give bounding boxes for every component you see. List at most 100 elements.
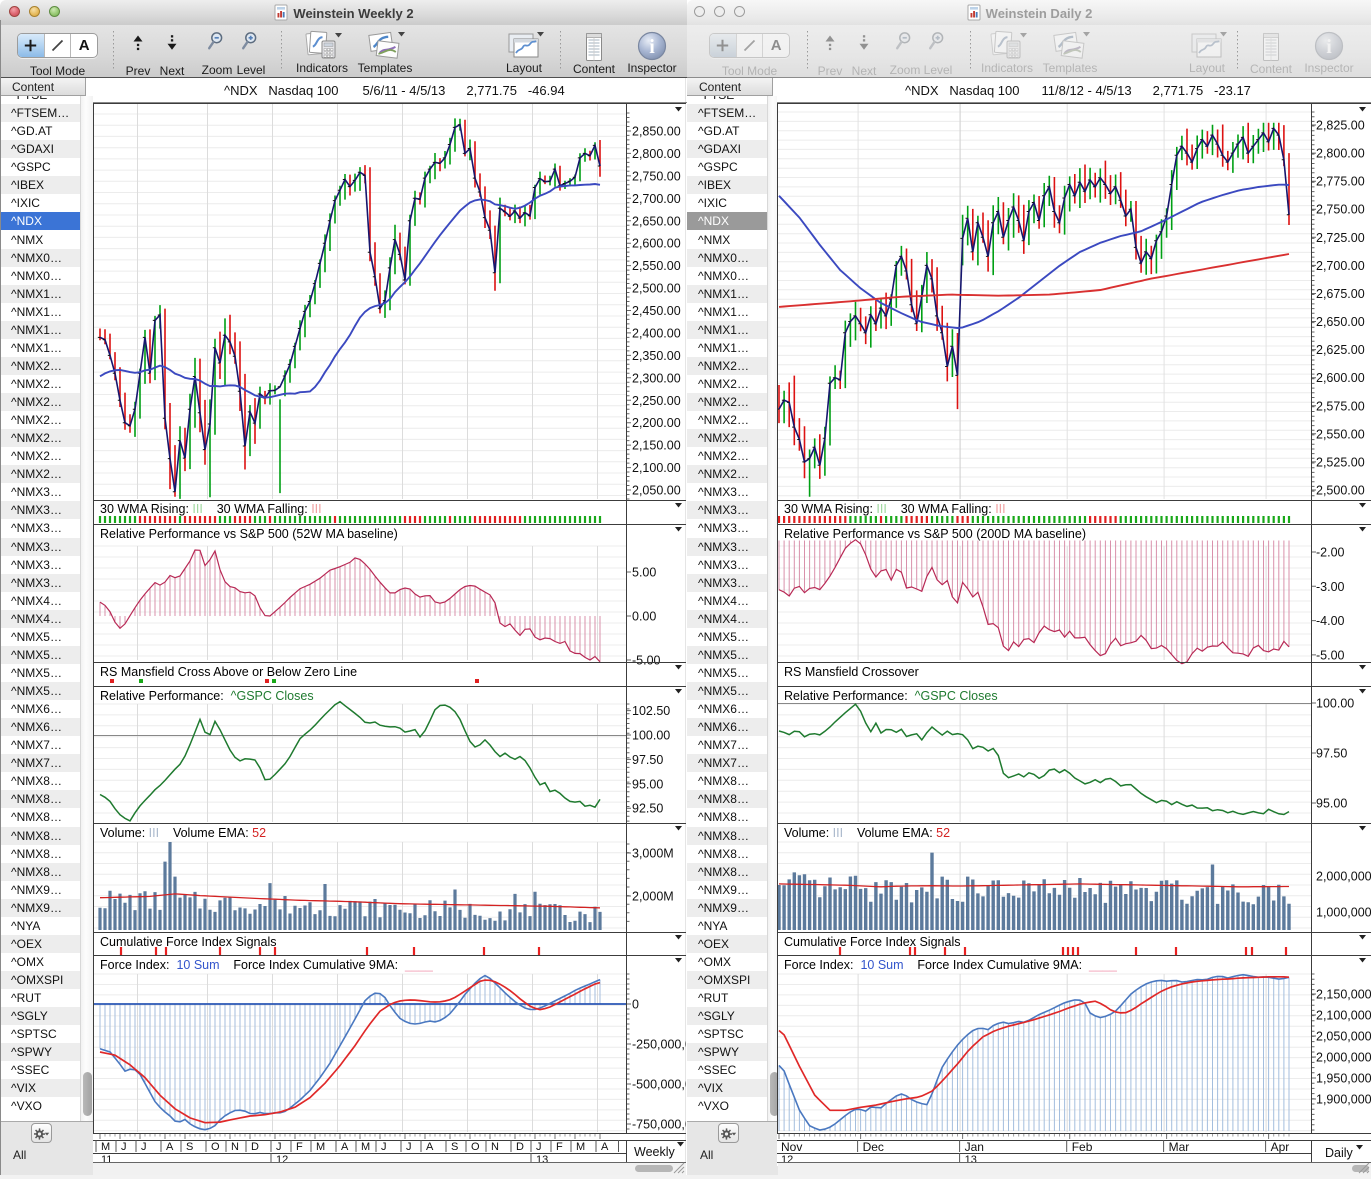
svg-text:2,000M: 2,000M [632,890,674,904]
svg-text:Force Index: 10 Sum Force: Force Index: 10 Sum Force Index Cumulati… [100,958,434,972]
svg-text:2,050,000,0: 2,050,000,0 [1316,1030,1371,1044]
svg-text:2,550.00: 2,550.00 [1316,427,1365,441]
svg-text:Relative Performance vs S&P 50: Relative Performance vs S&P 500 (200D MA… [784,527,1086,541]
svg-text:J: J [381,1141,387,1153]
svg-text:2,000,000K: 2,000,000K [1316,870,1371,884]
svg-text:-750,000,00: -750,000,00 [632,1118,686,1132]
svg-text:2,825.00: 2,825.00 [1316,119,1365,133]
svg-text:2,050.00: 2,050.00 [632,484,681,498]
svg-text:Jan: Jan [965,1140,984,1154]
svg-text:30 WMA Rising: III 30 WMA F: 30 WMA Rising: III 30 WMA Falling: III [784,502,1006,516]
svg-text:-500,000,00: -500,000,00 [632,1078,686,1092]
svg-text:J: J [536,1141,542,1153]
svg-text:92.50: 92.50 [632,802,663,816]
svg-text:2,200.00: 2,200.00 [632,416,681,430]
svg-text:Cumulative Force Index Signals: Cumulative Force Index Signals [100,935,276,949]
svg-text:2,300.00: 2,300.00 [632,371,681,385]
svg-text:O: O [471,1141,480,1153]
svg-text:2,500.00: 2,500.00 [632,282,681,296]
svg-text:M: M [101,1141,110,1153]
svg-text:0.00: 0.00 [632,610,656,624]
svg-text:2,350.00: 2,350.00 [632,349,681,363]
svg-text:Mar: Mar [1169,1140,1190,1154]
svg-text:30 WMA Rising: III 30 WMA F: 30 WMA Rising: III 30 WMA Falling: III [100,502,322,516]
svg-text:2,800.00: 2,800.00 [632,147,681,161]
svg-text:2,650.00: 2,650.00 [1316,315,1365,329]
svg-text:O: O [211,1141,220,1153]
svg-text:M: M [576,1141,585,1153]
svg-text:2,700.00: 2,700.00 [632,192,681,206]
svg-text:Feb: Feb [1072,1140,1093,1154]
svg-text:D: D [251,1141,259,1153]
svg-text:i: i [1326,36,1332,58]
svg-text:M: M [361,1141,370,1153]
svg-text:Cumulative Force Index Signals: Cumulative Force Index Signals [784,935,960,949]
svg-text:5.00: 5.00 [632,566,656,580]
svg-text:2,575.00: 2,575.00 [1316,399,1365,413]
svg-text:1,000,000K: 1,000,000K [1316,906,1371,920]
svg-text:2,250.00: 2,250.00 [632,394,681,408]
svg-text:102.50: 102.50 [632,704,670,718]
svg-text:Relative Performance vs S&P 50: Relative Performance vs S&P 500 (52W MA … [100,527,398,541]
svg-text:J: J [276,1141,282,1153]
svg-text:RS Mansfield Crossover: RS Mansfield Crossover [784,665,919,679]
svg-text:2,100,000,0: 2,100,000,0 [1316,1009,1371,1023]
svg-text:2,150,000,0: 2,150,000,0 [1316,988,1371,1002]
svg-text:S: S [451,1141,458,1153]
svg-text:A: A [601,1141,609,1153]
svg-text:-4.00: -4.00 [1316,614,1345,628]
svg-text:2,600.00: 2,600.00 [1316,371,1365,385]
svg-text:97.50: 97.50 [1316,747,1347,761]
svg-text:-250,000,00: -250,000,00 [632,1038,686,1052]
svg-text:Relative Performance: ^GSPC C: Relative Performance: ^GSPC Closes [100,689,314,703]
svg-text:S: S [186,1141,193,1153]
svg-text:2,150.00: 2,150.00 [632,439,681,453]
svg-text:RS Mansfield Cross Above or Be: RS Mansfield Cross Above or Below Zero L… [100,665,357,679]
svg-text:i: i [649,36,655,58]
svg-text:Volume: III Volume EMA: 52: Volume: III Volume EMA: 52 [784,826,950,840]
svg-text:2,500.00: 2,500.00 [1316,484,1365,498]
svg-text:-3.00: -3.00 [1316,580,1345,594]
svg-text:F: F [296,1141,303,1153]
svg-text:Relative Performance: ^GSPC C: Relative Performance: ^GSPC Closes [784,689,998,703]
svg-text:95.00: 95.00 [1316,797,1347,811]
svg-text:Force Index: 10 Sum Force: Force Index: 10 Sum Force Index Cumulati… [784,958,1118,972]
svg-text:Volume: III Volume EMA: 52: Volume: III Volume EMA: 52 [100,826,266,840]
svg-text:2,775.00: 2,775.00 [1316,175,1365,189]
svg-text:-2.00: -2.00 [1316,546,1345,560]
svg-text:2,700.00: 2,700.00 [1316,259,1365,273]
svg-text:F: F [556,1141,563,1153]
svg-text:3,000M: 3,000M [632,847,674,861]
svg-text:2,450.00: 2,450.00 [632,304,681,318]
svg-text:2,000,000,0: 2,000,000,0 [1316,1051,1371,1065]
svg-text:A: A [426,1141,434,1153]
svg-text:2,400.00: 2,400.00 [632,326,681,340]
svg-text:N: N [491,1141,499,1153]
svg-text:97.50: 97.50 [632,753,663,767]
svg-text:2,800.00: 2,800.00 [1316,147,1365,161]
svg-text:A: A [166,1141,174,1153]
svg-text:100.00: 100.00 [1316,697,1354,711]
svg-text:2,650.00: 2,650.00 [632,214,681,228]
svg-text:Daily: Daily [1325,1146,1354,1160]
svg-text:J: J [121,1141,127,1153]
svg-text:Nov: Nov [781,1140,802,1154]
svg-text:-5.00: -5.00 [632,654,661,668]
svg-text:1,900,000,0: 1,900,000,0 [1316,1093,1371,1107]
svg-text:2,100.00: 2,100.00 [632,461,681,475]
svg-text:Dec: Dec [863,1140,884,1154]
svg-text:1,950,000,0: 1,950,000,0 [1316,1072,1371,1086]
svg-text:2,550.00: 2,550.00 [632,259,681,273]
svg-text:2,525.00: 2,525.00 [1316,455,1365,469]
svg-text:2,750.00: 2,750.00 [1316,203,1365,217]
svg-text:D: D [516,1141,524,1153]
svg-text:J: J [141,1141,147,1153]
svg-text:M: M [316,1141,325,1153]
svg-text:2,625.00: 2,625.00 [1316,343,1365,357]
svg-text:2,725.00: 2,725.00 [1316,231,1365,245]
svg-text:2,600.00: 2,600.00 [632,237,681,251]
svg-text:Weekly: Weekly [634,1145,676,1159]
svg-text:2,850.00: 2,850.00 [632,125,681,139]
svg-text:2,750.00: 2,750.00 [632,169,681,183]
svg-text:100.00: 100.00 [632,729,670,743]
